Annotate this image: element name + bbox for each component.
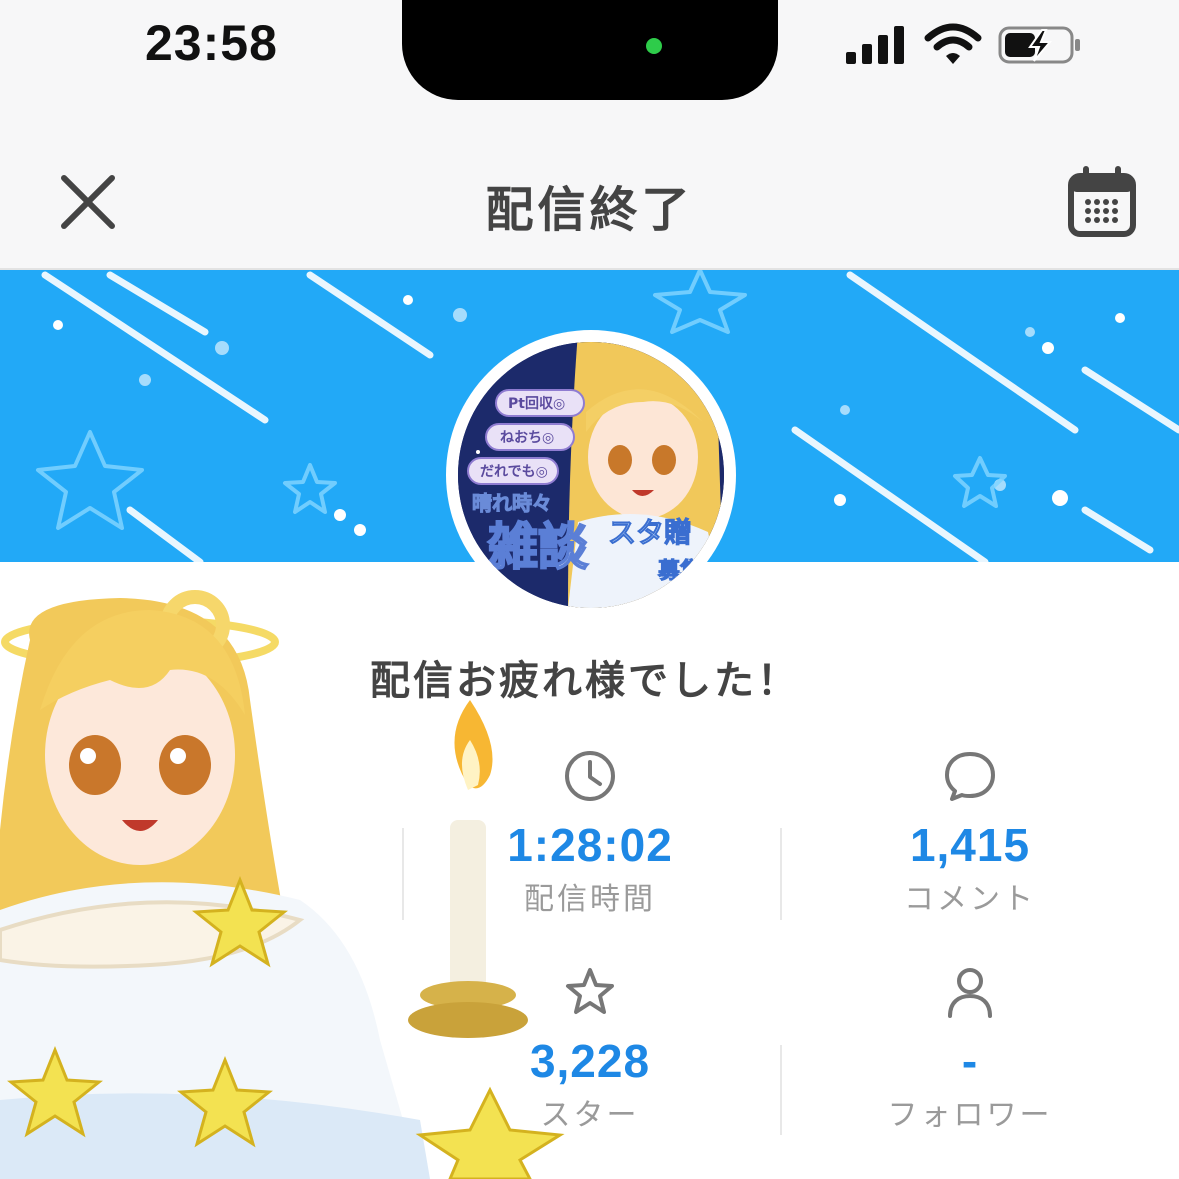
clock-icon — [565, 751, 615, 801]
stat-followers: - フォロワー — [810, 964, 1130, 1134]
duration-value: 1:28:02 — [507, 819, 673, 871]
calendar-icon[interactable] — [1066, 166, 1138, 238]
comments-value: 1,415 — [909, 819, 1031, 871]
avatar-caption-side2: 募集 — [657, 558, 703, 584]
duration-label: 配信時間 — [524, 882, 656, 917]
header-bar: 配信終了 — [0, 130, 1179, 270]
stars-label: スター — [540, 1098, 640, 1133]
cellular-signal-icon — [846, 26, 904, 64]
page-title: 配信終了 — [485, 182, 694, 238]
stat-comments: 1,415 コメント — [810, 748, 1130, 918]
stat-stars: 3,228 スター — [430, 964, 750, 1134]
stats-divider-middle-bottom — [780, 1045, 782, 1135]
followers-label: フォロワー — [887, 1098, 1053, 1133]
stats-divider-middle-top — [780, 828, 782, 920]
stream-end-message: 配信お疲れ様でした！ — [370, 658, 800, 704]
avatar-tag-3: だれでも◎ — [480, 464, 548, 480]
stats-divider-left-top — [402, 828, 404, 920]
avatar-caption-small: 晴れ時々 — [472, 491, 552, 515]
battery-icon — [998, 26, 1080, 64]
avatar-thumbnail: Pt回収◎ ねおち◎ だれでも◎ 晴れ時々 雑談 スタ贈 募集 — [458, 342, 724, 608]
avatar-caption-big: 雑談 — [487, 518, 588, 576]
star-icon — [566, 968, 614, 1014]
stat-duration: 1:28:02 配信時間 — [430, 748, 750, 918]
person-icon — [948, 968, 992, 1018]
avatar-tag-2: ねおち◎ — [500, 430, 554, 446]
comments-label: コメント — [904, 882, 1036, 917]
dynamic-island — [402, 0, 778, 100]
avatar-caption-side: スタ贈 — [608, 516, 692, 549]
status-time: 23:58 — [145, 15, 278, 71]
wifi-icon — [924, 23, 982, 64]
stars-value: 3,228 — [529, 1035, 651, 1087]
comment-icon — [945, 752, 995, 801]
camera-indicator-dot — [646, 38, 662, 54]
avatar-illustration: Pt回収◎ ねおち◎ だれでも◎ 晴れ時々 雑談 スタ贈 募集 — [458, 342, 724, 608]
avatar-tag-1: Pt回収◎ — [508, 395, 565, 412]
followers-value: - — [961, 1035, 979, 1087]
status-bar: 23:58 — [0, 0, 1179, 130]
streamer-avatar[interactable]: Pt回収◎ ねおち◎ だれでも◎ 晴れ時々 雑談 スタ贈 募集 — [446, 330, 736, 620]
